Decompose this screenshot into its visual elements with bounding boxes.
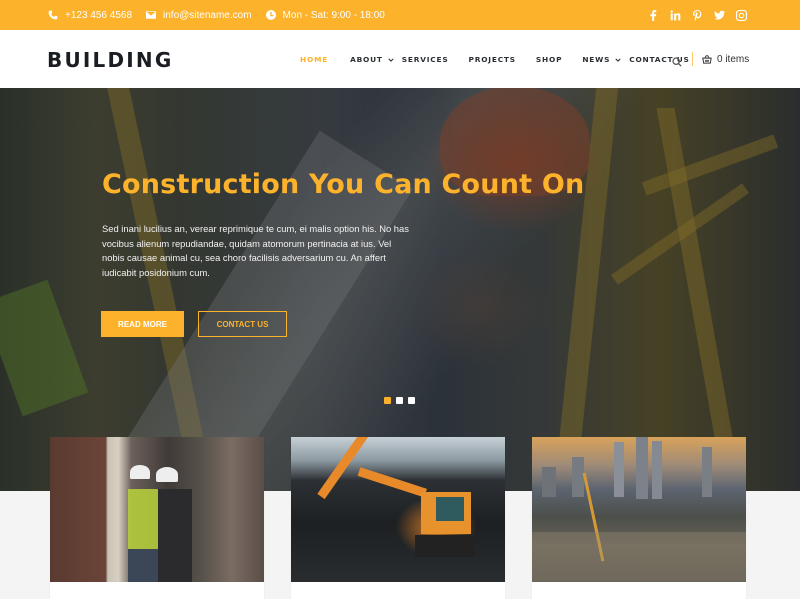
phone-text: +123 456 4568 — [65, 9, 133, 21]
image-detail — [415, 535, 475, 557]
city-construction-site-image — [532, 437, 746, 582]
divider — [692, 52, 693, 66]
image-detail — [156, 467, 178, 482]
email-text: info@sitename.com — [163, 9, 252, 21]
chevron-down-icon — [615, 56, 621, 62]
pinterest-icon — [692, 9, 701, 21]
hero-title: Construction You Can Count On — [102, 169, 585, 200]
workers-in-hard-hats-image — [50, 437, 264, 582]
image-detail — [128, 489, 158, 549]
image-detail — [436, 497, 464, 521]
image-detail — [532, 532, 746, 582]
main-nav: HOME ABOUT SERVICES PROJECTS SHOP NEWS C… — [300, 30, 690, 88]
image-detail — [614, 442, 624, 497]
linkedin-link[interactable] — [669, 9, 681, 21]
twitter-link[interactable] — [713, 9, 725, 21]
hours-text: Mon - Sat: 9:00 - 18:00 — [282, 9, 385, 21]
slide-dot-1[interactable] — [384, 397, 391, 404]
nav-about[interactable]: ABOUT — [350, 55, 394, 64]
header-tools: 0 items — [672, 30, 749, 88]
image-detail — [572, 457, 584, 497]
image-detail — [636, 437, 648, 499]
chevron-down-icon — [388, 56, 394, 62]
nav-news-label: NEWS — [582, 54, 611, 64]
service-card[interactable] — [532, 437, 746, 599]
hero-description: Sed inani lucilius an, verear reprimique… — [102, 223, 409, 278]
twitter-icon — [713, 10, 725, 20]
instagram-link[interactable] — [735, 9, 747, 21]
email-contact[interactable]: info@sitename.com — [146, 10, 252, 21]
image-detail — [128, 549, 158, 582]
slide-dot-3[interactable] — [408, 397, 415, 404]
nav-home[interactable]: HOME — [300, 55, 328, 64]
site-logo[interactable]: BUILDING — [47, 48, 173, 72]
image-detail — [130, 465, 150, 479]
contact-us-button[interactable]: CONTACT US — [198, 311, 287, 337]
site-header: BUILDING HOME ABOUT SERVICES PROJECTS SH… — [0, 30, 800, 88]
facebook-link[interactable] — [647, 9, 659, 21]
facebook-icon — [649, 9, 656, 21]
nav-services[interactable]: SERVICES — [402, 55, 449, 64]
social-links — [637, 0, 747, 30]
hero-slider: Construction You Can Count On Sed inani … — [0, 88, 800, 491]
linkedin-icon — [670, 9, 680, 20]
image-detail — [158, 489, 192, 582]
nav-projects-label: PROJECTS — [468, 54, 516, 64]
image-detail — [652, 441, 662, 499]
contact-info: +123 456 4568 info@sitename.com Mon - Sa… — [48, 0, 399, 30]
nav-services-label: SERVICES — [401, 54, 449, 64]
instagram-icon — [735, 9, 747, 21]
slide-dot-2[interactable] — [396, 397, 403, 404]
search-icon — [672, 57, 682, 67]
basket-icon — [702, 55, 712, 64]
nav-shop-label: SHOP — [535, 54, 563, 64]
nav-about-label: ABOUT — [350, 54, 383, 64]
phone-icon — [48, 10, 58, 20]
hero-overlay — [0, 88, 800, 491]
phone-contact[interactable]: +123 456 4568 — [48, 10, 132, 21]
orange-excavator-image — [291, 437, 505, 582]
search-button[interactable] — [672, 54, 682, 67]
image-detail — [542, 467, 556, 497]
cart-label: 0 items — [717, 53, 750, 65]
clock-icon — [265, 10, 276, 20]
hours-info: Mon - Sat: 9:00 - 18:00 — [265, 9, 385, 21]
cart-button[interactable]: 0 items — [702, 54, 749, 65]
top-bar: +123 456 4568 info@sitename.com Mon - Sa… — [0, 0, 800, 30]
image-detail — [702, 447, 712, 497]
read-more-button[interactable]: READ MORE — [101, 311, 184, 337]
image-detail — [357, 467, 427, 498]
pinterest-link[interactable] — [691, 9, 703, 21]
nav-projects[interactable]: PROJECTS — [469, 55, 516, 64]
nav-home-label: HOME — [300, 54, 329, 64]
slider-pagination — [384, 397, 420, 404]
nav-shop[interactable]: SHOP — [536, 55, 562, 64]
nav-news[interactable]: NEWS — [582, 55, 621, 64]
image-detail — [317, 437, 380, 500]
service-card[interactable] — [291, 437, 505, 599]
envelope-icon — [146, 11, 157, 19]
service-card[interactable] — [50, 437, 264, 599]
